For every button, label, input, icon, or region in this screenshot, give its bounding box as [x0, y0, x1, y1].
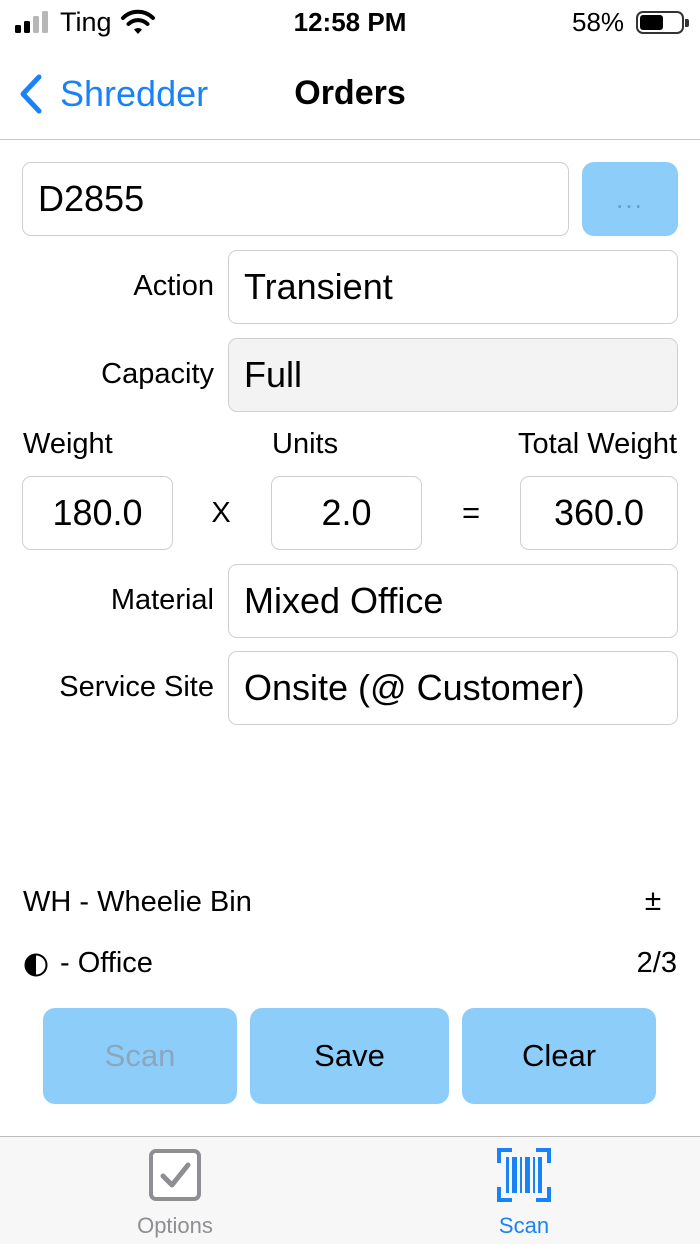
- barcode-scan-icon: [497, 1148, 551, 1202]
- navigation-bar: Shredder Orders: [0, 46, 700, 140]
- order-id-input[interactable]: [22, 162, 569, 236]
- item-count: 2/3: [636, 947, 677, 979]
- weight-field[interactable]: 180.0: [22, 476, 173, 550]
- service-site-label: Service Site: [59, 671, 214, 703]
- tab-options-label: Options: [137, 1213, 213, 1238]
- capacity-field[interactable]: Full: [228, 338, 678, 412]
- status-bar: Ting 12:58 PM 58%: [0, 0, 700, 46]
- material-select[interactable]: Mixed Office: [228, 564, 678, 638]
- tab-options[interactable]: Options: [95, 1147, 255, 1239]
- capacity-label: Capacity: [101, 358, 214, 390]
- plus-minus-button[interactable]: ±: [630, 884, 676, 918]
- action-select[interactable]: Transient: [228, 250, 678, 324]
- battery-icon: [636, 11, 689, 34]
- save-button[interactable]: Save: [250, 1008, 449, 1104]
- tab-bar: Options Scan: [0, 1136, 700, 1244]
- container-type-text: WH - Wheelie Bin: [23, 886, 252, 918]
- half-circle-icon: [24, 953, 48, 977]
- battery-percent: 58%: [572, 7, 625, 37]
- content-text: - Office: [60, 947, 153, 979]
- tab-scan[interactable]: Scan: [444, 1147, 604, 1239]
- service-site-select[interactable]: Onsite (@ Customer): [228, 651, 678, 725]
- weight-label: Weight: [23, 428, 113, 460]
- material-label: Material: [110, 584, 214, 616]
- total-weight-label: Total Weight: [517, 428, 677, 460]
- equals-symbol: =: [461, 495, 481, 530]
- page-title: Orders: [294, 74, 406, 112]
- units-label: Units: [272, 428, 339, 460]
- tab-scan-label: Scan: [498, 1213, 550, 1238]
- more-button[interactable]: ...: [582, 162, 678, 236]
- clear-button[interactable]: Clear: [462, 1008, 656, 1104]
- scan-button[interactable]: Scan: [43, 1008, 237, 1104]
- action-label: Action: [133, 270, 214, 302]
- total-weight-field: 360.0: [520, 476, 678, 550]
- units-field[interactable]: 2.0: [271, 476, 422, 550]
- checkbox-icon: [149, 1149, 201, 1201]
- times-symbol: X: [211, 497, 231, 529]
